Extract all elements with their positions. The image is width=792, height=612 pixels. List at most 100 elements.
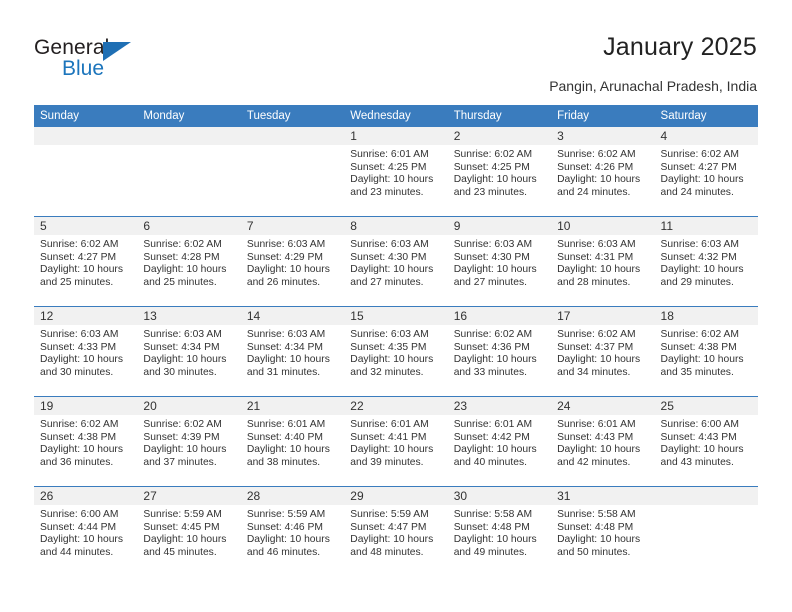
daylight-text-line1: Daylight: 10 hours — [350, 534, 434, 546]
day-cell: 22 Sunrise: 6:01 AM Sunset: 4:41 PM Dayligh… — [344, 396, 448, 487]
sunrise-text: Sunrise: 6:01 AM — [557, 419, 636, 430]
day-cell: 13 Sunrise: 6:03 AM Sunset: 4:34 PM Dayligh… — [137, 306, 241, 397]
day-number: 2 — [447, 127, 552, 145]
day-number — [240, 127, 345, 145]
day-number: 19 — [34, 397, 138, 415]
daylight-text-line1: Daylight: 10 hours — [350, 354, 434, 366]
sunset-text: Sunset: 4:32 PM — [660, 251, 737, 263]
day-cell: 23 Sunrise: 6:01 AM Sunset: 4:42 PM Dayligh… — [447, 396, 552, 487]
sunset-text: Sunset: 4:40 PM — [246, 431, 323, 443]
day-cell: 27 Sunrise: 5:59 AM Sunset: 4:45 PM Dayligh… — [137, 486, 241, 576]
sunset-text: Sunset: 4:26 PM — [557, 161, 634, 173]
day-number: 7 — [240, 217, 345, 235]
sunrise-text: Sunrise: 6:01 AM — [350, 419, 429, 430]
sunrise-text: Sunrise: 6:02 AM — [143, 419, 222, 430]
day-cell: 6 Sunrise: 6:02 AM Sunset: 4:28 PM Daylight… — [137, 216, 241, 307]
weekday-header-row: Sunday Monday Tuesday Wednesday Thursday… — [34, 105, 758, 127]
daylight-text-line1: Daylight: 10 hours — [40, 264, 123, 276]
page-header: General Blue January 2025 Pangin, Arunac… — [0, 0, 792, 100]
daylight-text-line1: Daylight: 10 hours — [557, 174, 641, 186]
daylight-text-line2: and 49 minutes. — [453, 546, 527, 558]
day-number: 25 — [654, 397, 758, 415]
weekday-header-tuesday: Tuesday — [240, 105, 345, 127]
day-number: 31 — [551, 487, 655, 505]
day-number: 8 — [344, 217, 448, 235]
daylight-text-line2: and 30 minutes. — [40, 366, 114, 378]
daylight-text-line1: Daylight: 10 hours — [350, 174, 434, 186]
sunrise-text: Sunrise: 5:59 AM — [143, 509, 222, 520]
day-cell: 25 Sunrise: 6:00 AM Sunset: 4:43 PM Dayligh… — [654, 396, 758, 487]
general-blue-logo: General Blue — [34, 36, 204, 82]
sunrise-sunset-calendar-table: Sunday Monday Tuesday Wednesday Thursday… — [34, 105, 758, 576]
day-cell: 9 Sunrise: 6:03 AM Sunset: 4:30 PM Daylight… — [447, 216, 552, 307]
day-number: 21 — [240, 397, 345, 415]
day-cell: 3 Sunrise: 6:02 AM Sunset: 4:26 PM Daylight… — [551, 127, 655, 217]
sunrise-text: Sunrise: 6:02 AM — [660, 329, 739, 340]
day-cell: 17 Sunrise: 6:02 AM Sunset: 4:37 PM Dayligh… — [551, 306, 655, 397]
sunrise-text: Sunrise: 6:02 AM — [557, 149, 636, 160]
sunrise-text: Sunrise: 6:02 AM — [453, 149, 533, 160]
day-number: 17 — [551, 307, 655, 325]
day-number: 11 — [654, 217, 758, 235]
day-number: 28 — [240, 487, 345, 505]
day-number: 12 — [34, 307, 138, 325]
daylight-text-line1: Daylight: 10 hours — [350, 264, 434, 276]
day-cell: 20 Sunrise: 6:02 AM Sunset: 4:39 PM Dayligh… — [137, 396, 241, 487]
sunset-text: Sunset: 4:29 PM — [246, 251, 323, 263]
daylight-text-line1: Daylight: 10 hours — [660, 444, 744, 456]
daylight-text-line2: and 27 minutes. — [350, 276, 424, 288]
sunset-text: Sunset: 4:25 PM — [453, 161, 530, 173]
sunset-text: Sunset: 4:35 PM — [350, 341, 427, 353]
day-number: 10 — [551, 217, 655, 235]
daylight-text-line2: and 46 minutes. — [246, 546, 321, 558]
day-number — [34, 127, 138, 145]
sunset-text: Sunset: 4:36 PM — [453, 341, 530, 353]
day-number: 9 — [447, 217, 552, 235]
sunrise-text: Sunrise: 6:03 AM — [557, 239, 636, 250]
calendar-page: General Blue January 2025 Pangin, Arunac… — [0, 0, 792, 612]
daylight-text-line1: Daylight: 10 hours — [557, 264, 641, 276]
day-number: 20 — [137, 397, 241, 415]
daylight-text-line2: and 33 minutes. — [453, 366, 527, 378]
daylight-text-line2: and 43 minutes. — [660, 456, 734, 468]
daylight-text-line2: and 24 minutes. — [660, 186, 734, 198]
sunset-text: Sunset: 4:33 PM — [40, 341, 117, 353]
day-cell: 7 Sunrise: 6:03 AM Sunset: 4:29 PM Daylight… — [240, 216, 345, 307]
calendar-week-row: 5 Sunrise: 6:02 AM Sunset: 4:27 PM Daylight… — [34, 216, 758, 307]
sunrise-text: Sunrise: 6:00 AM — [660, 419, 739, 430]
daylight-text-line2: and 23 minutes. — [350, 186, 424, 198]
day-number: 3 — [551, 127, 655, 145]
daylight-text-line1: Daylight: 10 hours — [453, 264, 537, 276]
day-cell: 11 Sunrise: 6:03 AM Sunset: 4:32 PM Dayligh… — [654, 216, 758, 307]
sunset-text: Sunset: 4:48 PM — [557, 521, 634, 533]
calendar-body: 1 Sunrise: 6:01 AM Sunset: 4:25 PM Daylight… — [34, 127, 758, 576]
day-number: 29 — [344, 487, 448, 505]
daylight-text-line2: and 32 minutes. — [350, 366, 424, 378]
weekday-header-wednesday: Wednesday — [344, 105, 448, 127]
sunrise-text: Sunrise: 6:02 AM — [40, 419, 119, 430]
daylight-text-line2: and 44 minutes. — [40, 546, 114, 558]
day-cell: 19 Sunrise: 6:02 AM Sunset: 4:38 PM Dayligh… — [34, 396, 138, 487]
daylight-text-line2: and 27 minutes. — [453, 276, 527, 288]
sunrise-text: Sunrise: 5:58 AM — [453, 509, 533, 520]
sunrise-text: Sunrise: 6:01 AM — [453, 419, 533, 430]
day-cell: 29 Sunrise: 5:59 AM Sunset: 4:47 PM Dayligh… — [344, 486, 448, 576]
day-number: 1 — [344, 127, 448, 145]
daylight-text-line2: and 48 minutes. — [350, 546, 424, 558]
page-subtitle-location: Pangin, Arunachal Pradesh, India — [549, 78, 757, 94]
sunrise-text: Sunrise: 6:02 AM — [143, 239, 222, 250]
sunset-text: Sunset: 4:46 PM — [246, 521, 323, 533]
day-cell: 5 Sunrise: 6:02 AM Sunset: 4:27 PM Daylight… — [34, 216, 138, 307]
day-number: 13 — [137, 307, 241, 325]
logo-triangle-icon — [103, 42, 131, 61]
sunset-text: Sunset: 4:43 PM — [660, 431, 737, 443]
daylight-text-line1: Daylight: 10 hours — [557, 354, 641, 366]
day-number: 16 — [447, 307, 552, 325]
sunset-text: Sunset: 4:30 PM — [453, 251, 530, 263]
sunrise-text: Sunrise: 6:03 AM — [350, 329, 429, 340]
daylight-text-line1: Daylight: 10 hours — [246, 264, 330, 276]
sunset-text: Sunset: 4:38 PM — [660, 341, 737, 353]
sunrise-text: Sunrise: 6:03 AM — [350, 239, 429, 250]
day-cell: 31 Sunrise: 5:58 AM Sunset: 4:48 PM Dayligh… — [551, 486, 655, 576]
sunset-text: Sunset: 4:34 PM — [246, 341, 323, 353]
